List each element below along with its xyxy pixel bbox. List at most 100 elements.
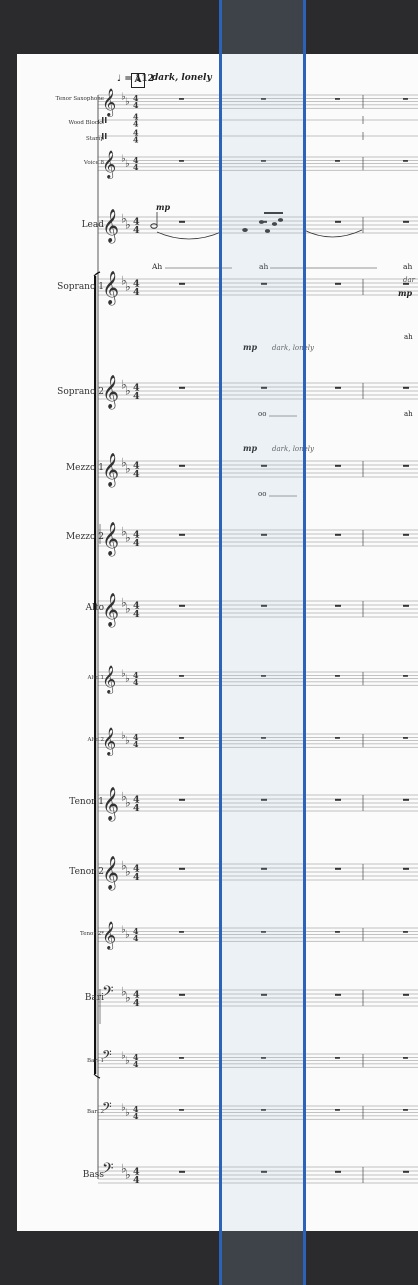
- whole-rest: [335, 533, 341, 536]
- instrument-label[interactable]: Tenor 1: [34, 797, 104, 807]
- whole-rest: [335, 675, 340, 677]
- time-signature-bottom: 4: [133, 120, 139, 129]
- instrument-label[interactable]: Voice 8: [34, 160, 104, 166]
- treble-clef: 𝄞: [102, 786, 119, 821]
- whole-rest: [179, 386, 185, 389]
- treble-clef: 𝄞: [102, 921, 116, 950]
- bracket-hook: [93, 1073, 101, 1079]
- whole-rest: [403, 675, 408, 677]
- flat-accidental: ♭: [125, 280, 131, 294]
- lyric[interactable]: ah: [403, 262, 412, 271]
- flat-accidental: ♭: [125, 97, 130, 108]
- treble-clef: 𝄞: [102, 150, 116, 179]
- instrument-label[interactable]: Bari 2: [34, 1109, 104, 1115]
- flat-accidental: ♭: [125, 796, 131, 810]
- flat-accidental: ♭: [125, 865, 131, 879]
- percussion-clef: [105, 133, 107, 139]
- instrument-label[interactable]: Lead: [34, 220, 104, 230]
- flat-accidental: ♭: [125, 991, 131, 1005]
- flat-accidental: ♭: [125, 531, 131, 545]
- whole-rest: [403, 1057, 408, 1059]
- lyric[interactable]: ah: [404, 410, 413, 418]
- instrument-label[interactable]: Bari 1: [34, 1058, 104, 1064]
- whole-rest: [335, 160, 340, 162]
- whole-rest: [403, 1170, 409, 1173]
- flat-accidental: ♭: [125, 736, 130, 747]
- instrument-label[interactable]: Alto: [34, 603, 104, 613]
- instrument-label[interactable]: Alto 2: [34, 737, 105, 743]
- whole-rest: [403, 386, 409, 389]
- whole-rest: [403, 931, 408, 933]
- flat-accidental: ♭: [125, 1108, 130, 1119]
- whole-rest: [335, 737, 340, 739]
- whole-rest: [403, 604, 409, 607]
- instrument-label[interactable]: Mezzo 1: [34, 463, 104, 473]
- treble-clef: 𝄞: [102, 88, 116, 117]
- instrument-label[interactable]: Soprano 1: [34, 282, 104, 292]
- score-canvas: 𝄞 ♭ ♭ 444444𝄞 ♭ ♭ 44𝄞 ♭♭ 44𝄞 ♭♭ 44𝄞 ♭♭ 44𝄞 ♭♭ 44𝄞 ♭♭ 44𝄞…: [93, 88, 418, 1186]
- lyric[interactable]: ah: [404, 333, 413, 341]
- lyric[interactable]: Ah: [152, 262, 162, 271]
- whole-rest: [179, 867, 185, 870]
- flat-accidental: ♭: [125, 674, 130, 685]
- whole-rest: [335, 386, 341, 389]
- treble-clef: 𝄞: [102, 374, 119, 409]
- instrument-label[interactable]: Mezzo 2: [34, 532, 104, 542]
- instrument-label[interactable]: Wood Blocks: [34, 120, 104, 126]
- flat-accidental: ♭: [125, 930, 130, 941]
- whole-rest: [179, 1109, 184, 1111]
- rehearsal-mark[interactable]: A: [131, 73, 145, 88]
- dynamic-mp[interactable]: mp: [156, 202, 170, 212]
- whole-rest: [403, 98, 408, 100]
- instrument-label[interactable]: Stamp: [34, 136, 104, 142]
- selection-left-edge[interactable]: [219, 0, 222, 1285]
- instrument-label[interactable]: Soprano 2: [34, 387, 104, 397]
- expression-text-small[interactable]: dar: [403, 276, 415, 284]
- whole-rest: [179, 675, 184, 677]
- whole-rest: [335, 464, 341, 467]
- whole-rest: [179, 1057, 184, 1059]
- whole-rest: [179, 604, 185, 607]
- percussion-clef: [105, 117, 107, 123]
- whole-rest: [335, 993, 341, 996]
- time-signature-bottom: 4: [133, 469, 140, 480]
- expression-text[interactable]: dark, lonely: [152, 73, 212, 83]
- measure-selection[interactable]: [219, 0, 306, 1285]
- whole-rest: [335, 282, 341, 285]
- flat-accidental: ♭: [125, 218, 131, 232]
- whole-rest: [179, 160, 184, 162]
- whole-rest: [179, 282, 185, 285]
- whole-rest: [335, 867, 341, 870]
- time-signature-bottom: 4: [133, 934, 139, 943]
- whole-rest: [335, 220, 341, 223]
- whole-rest: [403, 737, 408, 739]
- flat-accidental: ♭: [125, 1168, 131, 1182]
- instrument-label[interactable]: Tenor Saxophone: [34, 96, 104, 102]
- instrument-label[interactable]: Tenor 2: [34, 867, 104, 877]
- whole-rest: [179, 1170, 185, 1173]
- whole-rest: [179, 798, 185, 801]
- instrument-label[interactable]: Bass: [34, 1170, 104, 1180]
- whole-rest: [179, 98, 184, 100]
- whole-rest: [179, 220, 185, 223]
- whole-rest: [335, 1109, 340, 1111]
- score-page: 𝄞 ♭ ♭ 4 4 4 4 4 4 𝄞 ♭ ♭ 4 4 𝄞 ♭ ♭ 4 4 𝄞 ♭ ♭ 4 4 𝄞 ♭ ♭ 4 4 𝄞 ♭ ♭ 4 4 𝄞 ♭ ♭ 4 4 𝄞…: [17, 54, 418, 1231]
- whole-rest: [179, 931, 184, 933]
- whole-rest: [403, 160, 408, 162]
- selection-right-edge[interactable]: [303, 0, 306, 1285]
- instrument-label[interactable]: Bari: [34, 993, 104, 1003]
- time-signature-bottom: 4: [133, 287, 140, 298]
- flat-accidental: ♭: [125, 384, 131, 398]
- whole-rest: [179, 464, 185, 467]
- instrument-label[interactable]: Alto 1: [34, 675, 105, 681]
- time-signature-bottom: 4: [133, 998, 140, 1009]
- flat-accidental: ♭: [125, 602, 131, 616]
- treble-clef: 𝄞: [102, 855, 119, 890]
- treble-clef: 𝄞: [102, 521, 119, 556]
- whole-rest: [403, 533, 409, 536]
- whole-rest: [403, 1109, 408, 1111]
- dynamic-mp[interactable]: mp: [398, 288, 412, 298]
- treble-clef: 𝄞: [102, 727, 116, 756]
- whole-rest: [179, 993, 185, 996]
- instrument-label[interactable]: Tenor 2*: [34, 931, 104, 937]
